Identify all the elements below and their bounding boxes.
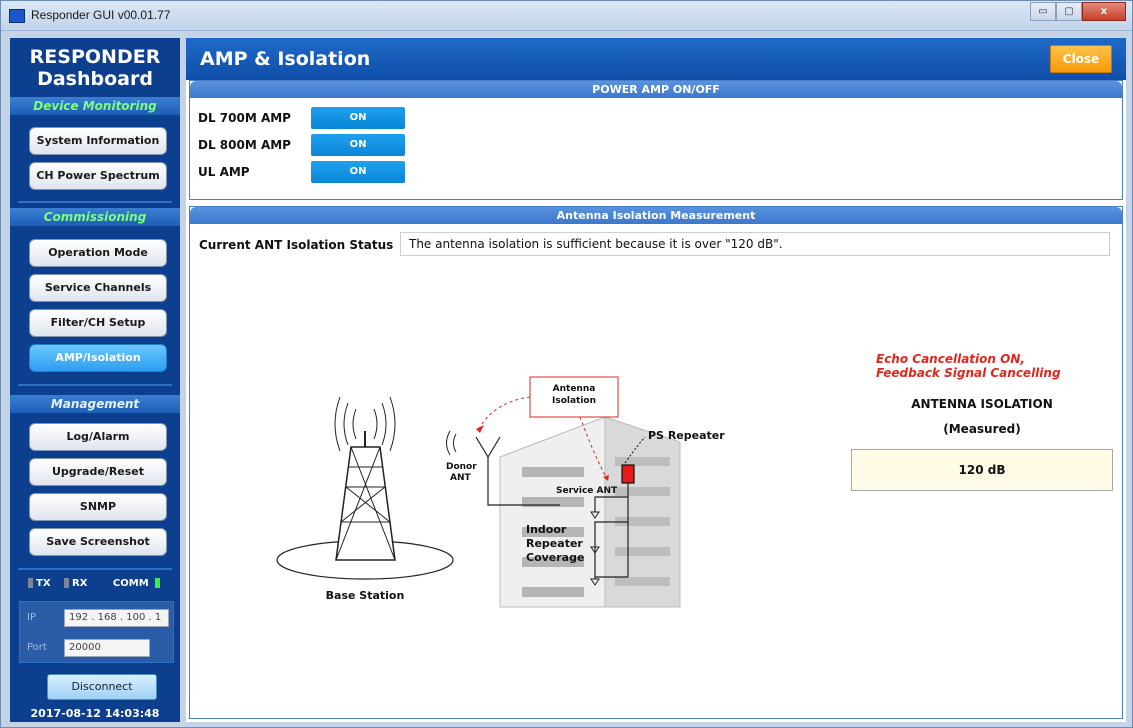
sidebar: RESPONDER Dashboard Device Monitoring Sy… (10, 38, 180, 722)
ps-repeater-label: PS Repeater (648, 429, 725, 442)
coverage-label-2: Repeater (526, 537, 583, 550)
sidebar-item-ch-power-spectrum[interactable]: CH Power Spectrum (29, 162, 167, 190)
isolation-status-field: The antenna isolation is sufficient beca… (400, 232, 1110, 256)
service-ant-label: Service ANT (556, 486, 618, 496)
ul-amp-label: UL AMP (198, 165, 250, 179)
donor-ant-label-1: Donor (446, 462, 477, 472)
sidebar-item-upgrade-reset[interactable]: Upgrade/Reset (29, 458, 167, 486)
power-amp-panel: POWER AMP ON/OFF DL 700M AMP ON DL 800M … (189, 80, 1123, 200)
sidebar-item-service-channels[interactable]: Service Channels (29, 274, 167, 302)
building-illustration: Antenna Isolation PS Repeater Donor ANT … (446, 376, 725, 608)
coverage-label-1: Indoor (526, 523, 567, 536)
window-title: Responder GUI v00.01.77 (31, 8, 171, 22)
close-button[interactable]: Close (1050, 45, 1112, 73)
sidebar-item-operation-mode[interactable]: Operation Mode (29, 239, 167, 267)
base-station-label: Base Station (326, 589, 405, 602)
echo-line-2: Feedback Signal Cancelling (876, 366, 1061, 380)
page-title: AMP & Isolation (200, 48, 371, 70)
title-bar: Responder GUI v00.01.77 ▭ ▢ x (1, 1, 1132, 31)
close-window-icon[interactable]: x (1082, 2, 1126, 21)
ip-address-field[interactable]: 192 . 168 . 100 . 1 (64, 609, 169, 627)
isolation-measure-title: ANTENNA ISOLATION (911, 397, 1053, 411)
isolation-header: Antenna Isolation Measurement (190, 207, 1122, 224)
app-icon (9, 9, 25, 23)
divider (18, 201, 172, 203)
sidebar-item-filter-ch-setup[interactable]: Filter/CH Setup (29, 309, 167, 337)
section-commissioning: Commissioning (10, 208, 180, 226)
sidebar-item-save-screenshot[interactable]: Save Screenshot (29, 528, 167, 556)
brand-title: RESPONDER Dashboard (10, 46, 180, 90)
isolation-panel: Antenna Isolation Measurement Current AN… (189, 206, 1123, 719)
comm-label: COMM (112, 578, 149, 589)
divider (18, 384, 172, 386)
app-window: Responder GUI v00.01.77 ▭ ▢ x RESPONDER … (0, 0, 1133, 728)
sidebar-item-snmp[interactable]: SNMP (29, 493, 167, 521)
main-content: AMP & Isolation Close POWER AMP ON/OFF D… (186, 38, 1126, 722)
tx-led-icon (28, 578, 33, 588)
section-management: Management (10, 395, 180, 413)
sidebar-item-system-information[interactable]: System Information (29, 127, 167, 155)
comm-led-icon (155, 578, 161, 588)
ul-amp-toggle[interactable]: ON (311, 161, 405, 183)
antenna-isolation-label-1: Antenna (553, 384, 596, 394)
window-controls: ▭ ▢ x (1030, 2, 1126, 22)
isolation-measure-subtitle: (Measured) (943, 422, 1021, 436)
page-header: AMP & Isolation Close (186, 38, 1126, 80)
dl-800m-amp-label: DL 800M AMP (198, 138, 291, 152)
isolation-status-label: Current ANT Isolation Status (199, 238, 394, 252)
port-field[interactable]: 20000 (64, 639, 150, 657)
divider (18, 568, 172, 570)
dl-700m-amp-label: DL 700M AMP (198, 111, 291, 125)
tx-label: TX (36, 578, 51, 589)
antenna-isolation-label-2: Isolation (552, 396, 596, 406)
ip-label: IP (27, 612, 36, 623)
brand-line-2: Dashboard (37, 68, 153, 90)
sidebar-item-amp-isolation[interactable]: AMP/Isolation (29, 344, 167, 372)
isolation-measure-value: 120 dB (851, 449, 1113, 491)
dl-800m-amp-toggle[interactable]: ON (311, 134, 405, 156)
status-indicators: TX RX COMM (28, 578, 168, 594)
rx-label: RX (72, 578, 88, 589)
brand-line-1: RESPONDER (29, 46, 161, 68)
port-label: Port (27, 642, 47, 653)
section-device-monitoring: Device Monitoring (10, 97, 180, 115)
dl-700m-amp-toggle[interactable]: ON (311, 107, 405, 129)
base-station-illustration: Base Station (276, 396, 454, 602)
minimize-icon[interactable]: ▭ (1030, 2, 1056, 21)
power-amp-header: POWER AMP ON/OFF (190, 81, 1122, 98)
echo-line-1: Echo Cancellation ON, (876, 352, 1025, 366)
connection-panel: IP 192 . 168 . 100 . 1 Port 20000 (19, 601, 174, 663)
maximize-icon[interactable]: ▢ (1056, 2, 1082, 21)
disconnect-button[interactable]: Disconnect (47, 674, 157, 700)
echo-cancellation-note: Echo Cancellation ON, Feedback Signal Ca… (876, 352, 1061, 380)
isolation-diagram: Base Station Antenna Isolation PS Repeat… (276, 376, 725, 608)
rx-led-icon (64, 578, 70, 588)
coverage-label-3: Coverage (526, 551, 584, 564)
sidebar-item-log-alarm[interactable]: Log/Alarm (29, 423, 167, 451)
datetime-label: 2017-08-12 14:03:48 (30, 707, 160, 720)
donor-ant-label-2: ANT (450, 473, 471, 483)
